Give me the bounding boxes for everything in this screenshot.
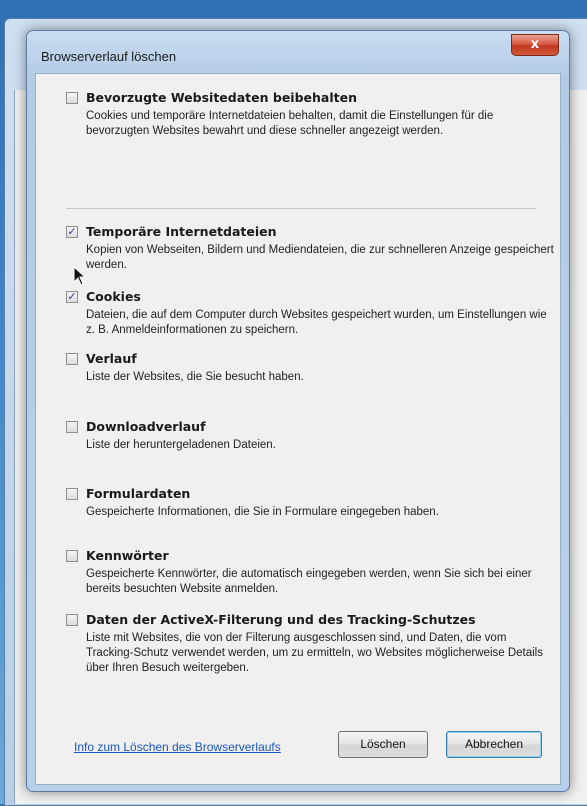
option-description: Liste der Websites, die Sie besucht habe…	[86, 371, 304, 383]
option-description: Gespeicherte Kennwörter, die automatisch…	[86, 568, 532, 595]
delete-button[interactable]: Löschen	[338, 731, 428, 758]
option-title: Cookies	[86, 289, 141, 304]
separator	[66, 208, 536, 209]
dialog-titlebar[interactable]: Browserverlauf löschen x	[27, 31, 569, 65]
option-title: Downloadverlauf	[86, 419, 206, 434]
option-description: Dateien, die auf dem Computer durch Webs…	[86, 309, 547, 336]
option-description: Gespeicherte Informationen, die Sie in F…	[86, 506, 439, 518]
close-icon: x	[530, 37, 540, 52]
checkbox-passwords[interactable]	[66, 550, 78, 562]
option-title: Daten der ActiveX-Filterung und des Trac…	[86, 612, 476, 627]
checkbox-preserve-favorites[interactable]	[66, 92, 78, 104]
cancel-button[interactable]: Abbrechen	[446, 731, 542, 758]
delete-history-dialog: Browserverlauf löschen x Bevorzugte Webs…	[26, 30, 570, 792]
checkmark-icon: ✓	[67, 225, 77, 238]
option-description: Kopien von Webseiten, Bildern und Medien…	[86, 244, 554, 271]
info-link[interactable]: Info zum Löschen des Browserverlaufs	[74, 740, 281, 754]
option-title: Temporäre Internetdateien	[86, 224, 277, 239]
checkbox-activex-tracking[interactable]	[66, 614, 78, 626]
dialog-title: Browserverlauf löschen	[41, 49, 177, 64]
option-title: Kennwörter	[86, 548, 169, 563]
option-description: Liste der heruntergeladenen Dateien.	[86, 439, 276, 451]
checkbox-download-history[interactable]	[66, 421, 78, 433]
close-button[interactable]: x	[511, 34, 559, 56]
option-description: Liste mit Websites, die von der Filterun…	[86, 632, 543, 674]
mouse-pointer-icon	[73, 266, 87, 286]
checkbox-temporary-files[interactable]: ✓	[66, 226, 78, 238]
option-title: Formulardaten	[86, 486, 191, 501]
option-title: Verlauf	[86, 351, 137, 366]
checkbox-cookies[interactable]: ✓	[66, 291, 78, 303]
checkbox-history[interactable]	[66, 353, 78, 365]
option-description: Cookies und temporäre Internetdateien be…	[86, 110, 494, 137]
checkbox-form-data[interactable]	[66, 488, 78, 500]
checkmark-icon: ✓	[67, 290, 77, 303]
dialog-content: Bevorzugte Websitedaten beibehalten Cook…	[35, 73, 561, 785]
option-title: Bevorzugte Websitedaten beibehalten	[86, 90, 357, 105]
